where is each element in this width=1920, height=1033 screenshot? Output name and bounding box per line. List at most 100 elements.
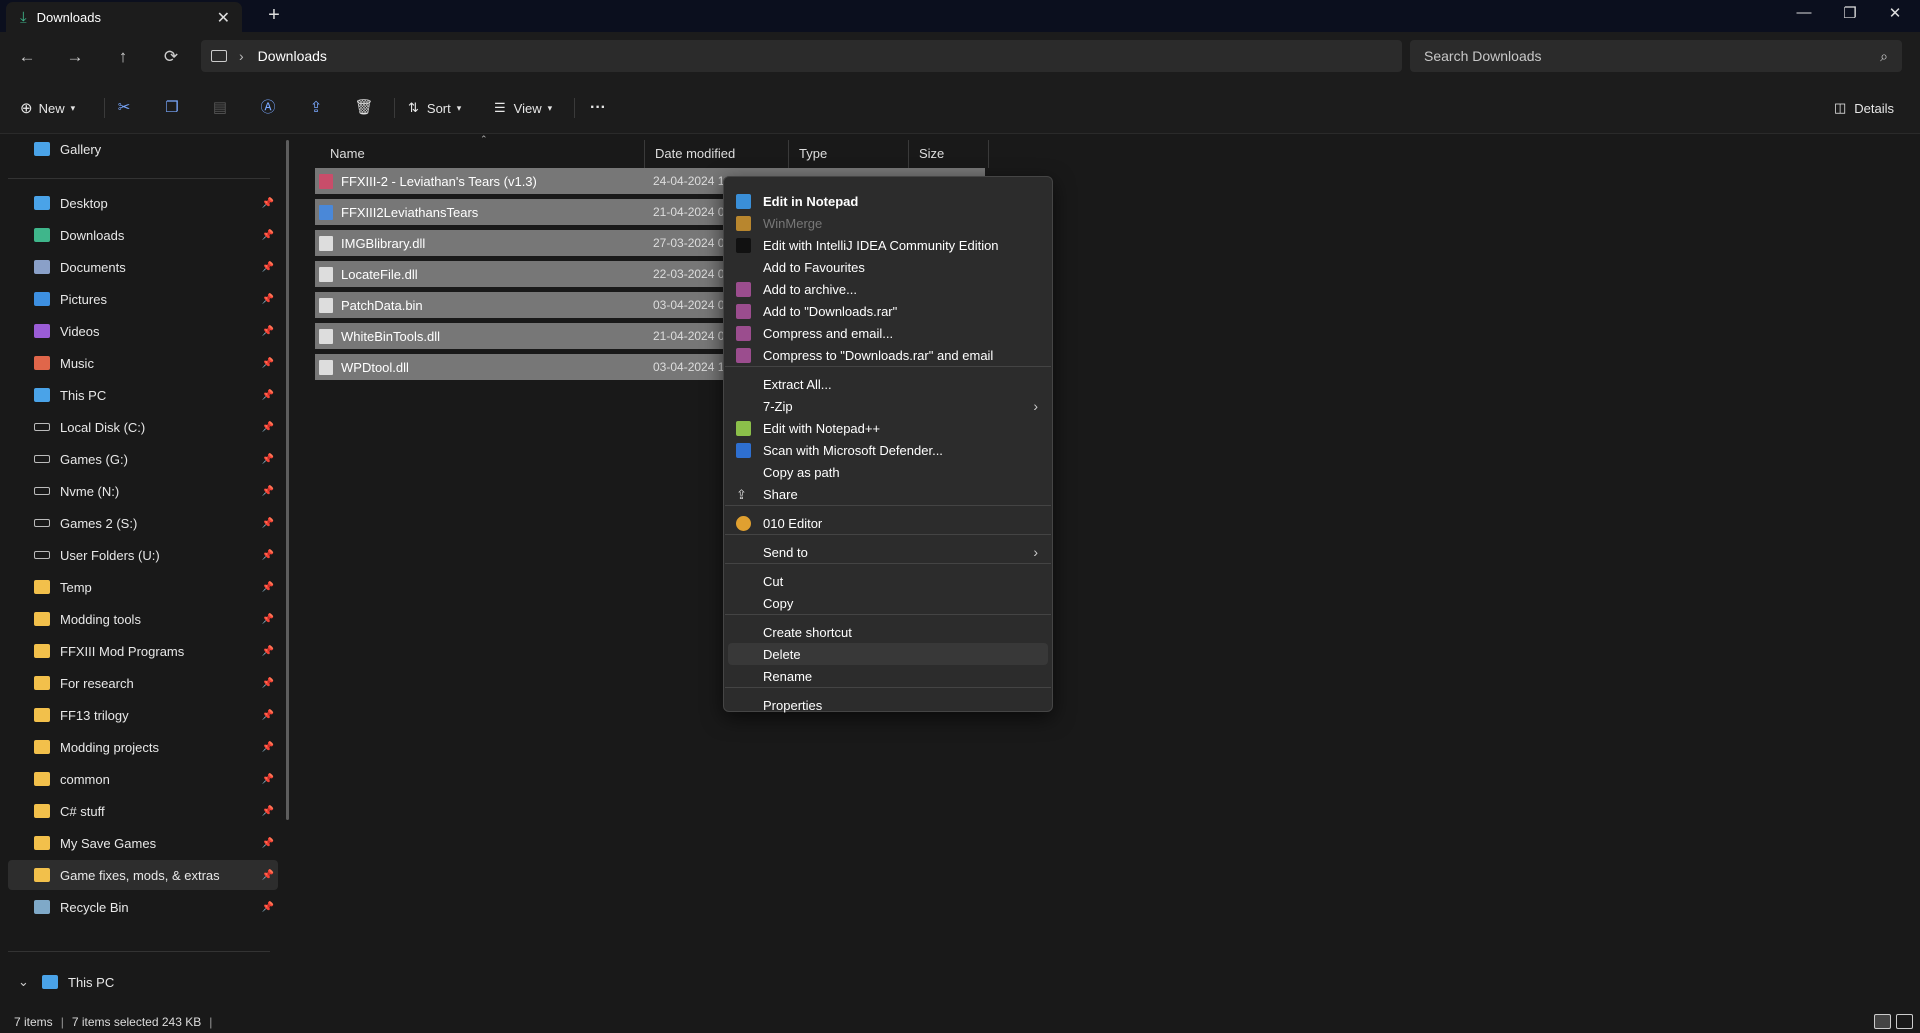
sidebar-item-local-disk-c[interactable]: Local Disk (C:) 📌 [8,412,278,442]
sidebar-item-common[interactable]: common 📌 [8,764,278,794]
menu-item-edit-with-intellij-idea-community-edition[interactable]: Edit with IntelliJ IDEA Community Editio… [728,234,1048,256]
sidebar-item-pictures[interactable]: Pictures 📌 [8,284,278,314]
column-header-type[interactable]: Type [789,140,909,168]
chevron-down-icon[interactable]: ⌄ [18,974,32,990]
menu-item-properties[interactable]: Properties [728,694,1048,716]
pin-icon[interactable]: 📌 [262,518,274,529]
sidebar-item-c-stuff[interactable]: C# stuff 📌 [8,796,278,826]
sidebar-item-this-pc[interactable]: This PC 📌 [8,380,278,410]
sidebar-item-ff13-trilogy[interactable]: FF13 trilogy 📌 [8,700,278,730]
minimize-button[interactable]: — [1784,4,1824,21]
pin-icon[interactable]: 📌 [262,710,274,721]
pin-icon[interactable]: 📌 [262,294,274,305]
menu-item-cut[interactable]: Cut [728,570,1048,592]
sort-button[interactable]: ⇅ Sort ▾ [408,96,461,120]
menu-item-rename[interactable]: Rename [728,665,1048,687]
forward-button[interactable]: → [62,44,88,70]
sidebar-item-documents[interactable]: Documents 📌 [8,252,278,282]
rename-icon[interactable]: Ⓐ [256,96,280,120]
view-button[interactable]: ☰ View ▾ [494,96,552,120]
menu-item-7-zip[interactable]: 7-Zip › [728,395,1048,417]
menu-item-copy-as-path[interactable]: Copy as path [728,461,1048,483]
sidebar-item-ffxiii-mod-programs[interactable]: FFXIII Mod Programs 📌 [8,636,278,666]
menu-item-edit-in-notepad[interactable]: Edit in Notepad [728,190,1048,212]
column-header-size[interactable]: Size [909,140,989,168]
new-button[interactable]: ⊕ New ▾ [20,96,75,120]
close-window-button[interactable]: ✕ [1875,4,1915,22]
pin-icon[interactable]: 📌 [262,262,274,273]
sidebar-item-game-fixes-mods-extras[interactable]: Game fixes, mods, & extras 📌 [8,860,278,890]
pin-icon[interactable]: 📌 [262,198,274,209]
pin-icon[interactable]: 📌 [262,550,274,561]
pin-icon[interactable]: 📌 [262,806,274,817]
menu-item-extract-all[interactable]: Extract All... [728,373,1048,395]
menu-item-delete[interactable]: Delete [728,643,1048,665]
sidebar-item-desktop[interactable]: Desktop 📌 [8,188,278,218]
pin-icon[interactable]: 📌 [262,646,274,657]
sidebar-item-games-g[interactable]: Games (G:) 📌 [8,444,278,474]
large-icons-view-icon[interactable] [1896,1014,1913,1029]
details-pane-button[interactable]: ◫ Details [1834,96,1894,120]
pin-icon[interactable]: 📌 [262,326,274,337]
cut-icon[interactable]: ✂ [112,96,136,120]
sidebar-scrollbar[interactable] [286,140,289,820]
sidebar-item-videos[interactable]: Videos 📌 [8,316,278,346]
menu-item-create-shortcut[interactable]: Create shortcut [728,621,1048,643]
pin-icon[interactable]: 📌 [262,230,274,241]
sidebar-item-this-pc[interactable]: ⌄ This PC [8,967,278,997]
sidebar-item-downloads[interactable]: Downloads 📌 [8,220,278,250]
column-header-name[interactable]: Name [320,140,645,168]
sidebar-item-recycle-bin[interactable]: Recycle Bin 📌 [8,892,278,922]
pin-icon[interactable]: 📌 [262,774,274,785]
pin-icon[interactable]: 📌 [262,486,274,497]
sidebar-item-music[interactable]: Music 📌 [8,348,278,378]
restore-button[interactable]: ❐ [1830,4,1870,22]
pin-icon[interactable]: 📌 [262,358,274,369]
menu-item-010-editor[interactable]: 010 Editor [728,512,1048,534]
pin-icon[interactable]: 📌 [262,422,274,433]
sidebar-item-temp[interactable]: Temp 📌 [8,572,278,602]
sidebar-item-my-save-games[interactable]: My Save Games 📌 [8,828,278,858]
address-bar[interactable]: › Downloads [201,40,1402,72]
menu-item-edit-with-notepad[interactable]: Edit with Notepad++ [728,417,1048,439]
close-tab-icon[interactable]: ✕ [217,8,230,28]
menu-item-scan-with-microsoft-defender[interactable]: Scan with Microsoft Defender... [728,439,1048,461]
delete-icon[interactable]: 🗑 [352,96,376,120]
sidebar-item-for-research[interactable]: For research 📌 [8,668,278,698]
copy-icon[interactable]: ❐ [160,96,184,120]
paste-icon[interactable]: ▤ [208,96,232,120]
menu-item-add-to-downloads-rar[interactable]: Add to "Downloads.rar" [728,300,1048,322]
details-view-icon[interactable] [1874,1014,1891,1029]
pin-icon[interactable]: 📌 [262,870,274,881]
back-button[interactable]: ← [14,44,40,70]
menu-item-add-to-favourites[interactable]: Add to Favourites [728,256,1048,278]
breadcrumb-downloads[interactable]: Downloads [258,48,327,64]
menu-item-add-to-archive[interactable]: Add to archive... [728,278,1048,300]
pin-icon[interactable]: 📌 [262,838,274,849]
more-options-button[interactable]: ··· [590,96,606,120]
menu-item-compress-and-email[interactable]: Compress and email... [728,322,1048,344]
refresh-button[interactable]: ⟳ [158,44,184,70]
up-button[interactable]: ↑ [110,44,136,70]
sidebar-item-modding-tools[interactable]: Modding tools 📌 [8,604,278,634]
column-header-date[interactable]: Date modified [645,140,789,168]
menu-item-share[interactable]: ⇪ Share [728,483,1048,505]
search-input[interactable]: Search Downloads ⌕ [1410,40,1902,72]
sidebar-item-modding-projects[interactable]: Modding projects 📌 [8,732,278,762]
pin-icon[interactable]: 📌 [262,454,274,465]
pin-icon[interactable]: 📌 [262,390,274,401]
new-tab-button[interactable]: + [262,4,286,27]
sidebar-item-gallery[interactable]: Gallery [8,134,278,164]
share-icon[interactable]: ⇪ [304,96,328,120]
menu-item-send-to[interactable]: Send to › [728,541,1048,563]
pin-icon[interactable]: 📌 [262,614,274,625]
menu-item-compress-to-downloads-rar-and-email[interactable]: Compress to "Downloads.rar" and email [728,344,1048,366]
sidebar-item-games-2-s[interactable]: Games 2 (S:) 📌 [8,508,278,538]
menu-item-copy[interactable]: Copy [728,592,1048,614]
sidebar-item-nvme-n[interactable]: Nvme (N:) 📌 [8,476,278,506]
pin-icon[interactable]: 📌 [262,742,274,753]
pin-icon[interactable]: 📌 [262,902,274,913]
pin-icon[interactable]: 📌 [262,582,274,593]
tab-downloads[interactable]: ⤓ Downloads ✕ [6,2,242,32]
pin-icon[interactable]: 📌 [262,678,274,689]
